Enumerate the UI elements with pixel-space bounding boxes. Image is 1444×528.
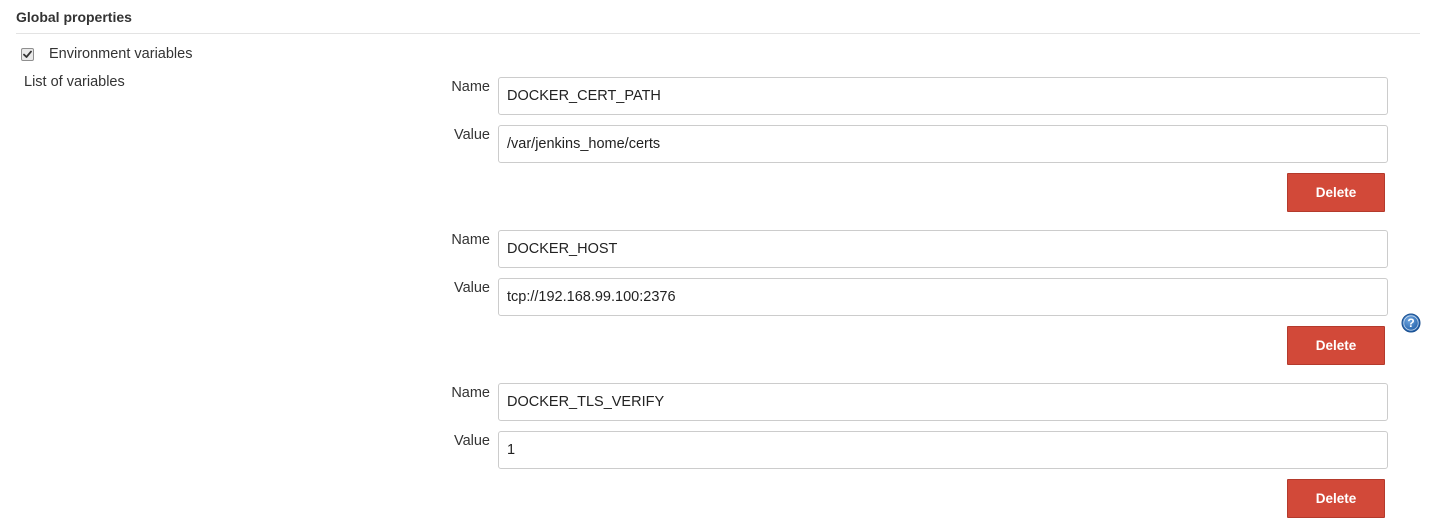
- name-field-row: Name: [440, 77, 1400, 117]
- help-question-icon[interactable]: ?: [1401, 313, 1421, 333]
- name-label: Name: [451, 385, 490, 401]
- global-properties-page: Global properties Environment variables …: [0, 0, 1444, 528]
- name-label: Name: [451, 79, 490, 95]
- list-of-variables-label: List of variables: [24, 74, 125, 90]
- variable-name-input[interactable]: [498, 77, 1388, 115]
- environment-variables-option: Environment variables: [21, 45, 192, 63]
- delete-variable-button[interactable]: Delete: [1287, 326, 1385, 365]
- checkmark-icon: [23, 50, 32, 58]
- environment-variables-label: Environment variables: [49, 46, 193, 62]
- delete-variable-button[interactable]: Delete: [1287, 479, 1385, 518]
- environment-variables-checkbox[interactable]: [21, 47, 34, 61]
- section-divider: [16, 33, 1420, 34]
- delete-variable-button[interactable]: Delete: [1287, 173, 1385, 212]
- variable-value-input[interactable]: [498, 431, 1388, 469]
- variable-value-input[interactable]: [498, 278, 1388, 316]
- name-field-row: Name: [440, 230, 1400, 270]
- svg-text:?: ?: [1407, 316, 1414, 330]
- variable-name-input[interactable]: [498, 383, 1388, 421]
- value-label: Value: [453, 433, 490, 449]
- value-field-row: Value: [440, 278, 1400, 318]
- variable-value-input[interactable]: [498, 125, 1388, 163]
- name-label: Name: [451, 232, 490, 248]
- variable-name-input[interactable]: [498, 230, 1388, 268]
- section-title: Global properties: [16, 9, 132, 25]
- value-field-row: Value: [440, 125, 1400, 165]
- value-field-row: Value: [440, 431, 1400, 471]
- name-field-row: Name: [440, 383, 1400, 423]
- value-label: Value: [453, 127, 490, 143]
- value-label: Value: [453, 280, 490, 296]
